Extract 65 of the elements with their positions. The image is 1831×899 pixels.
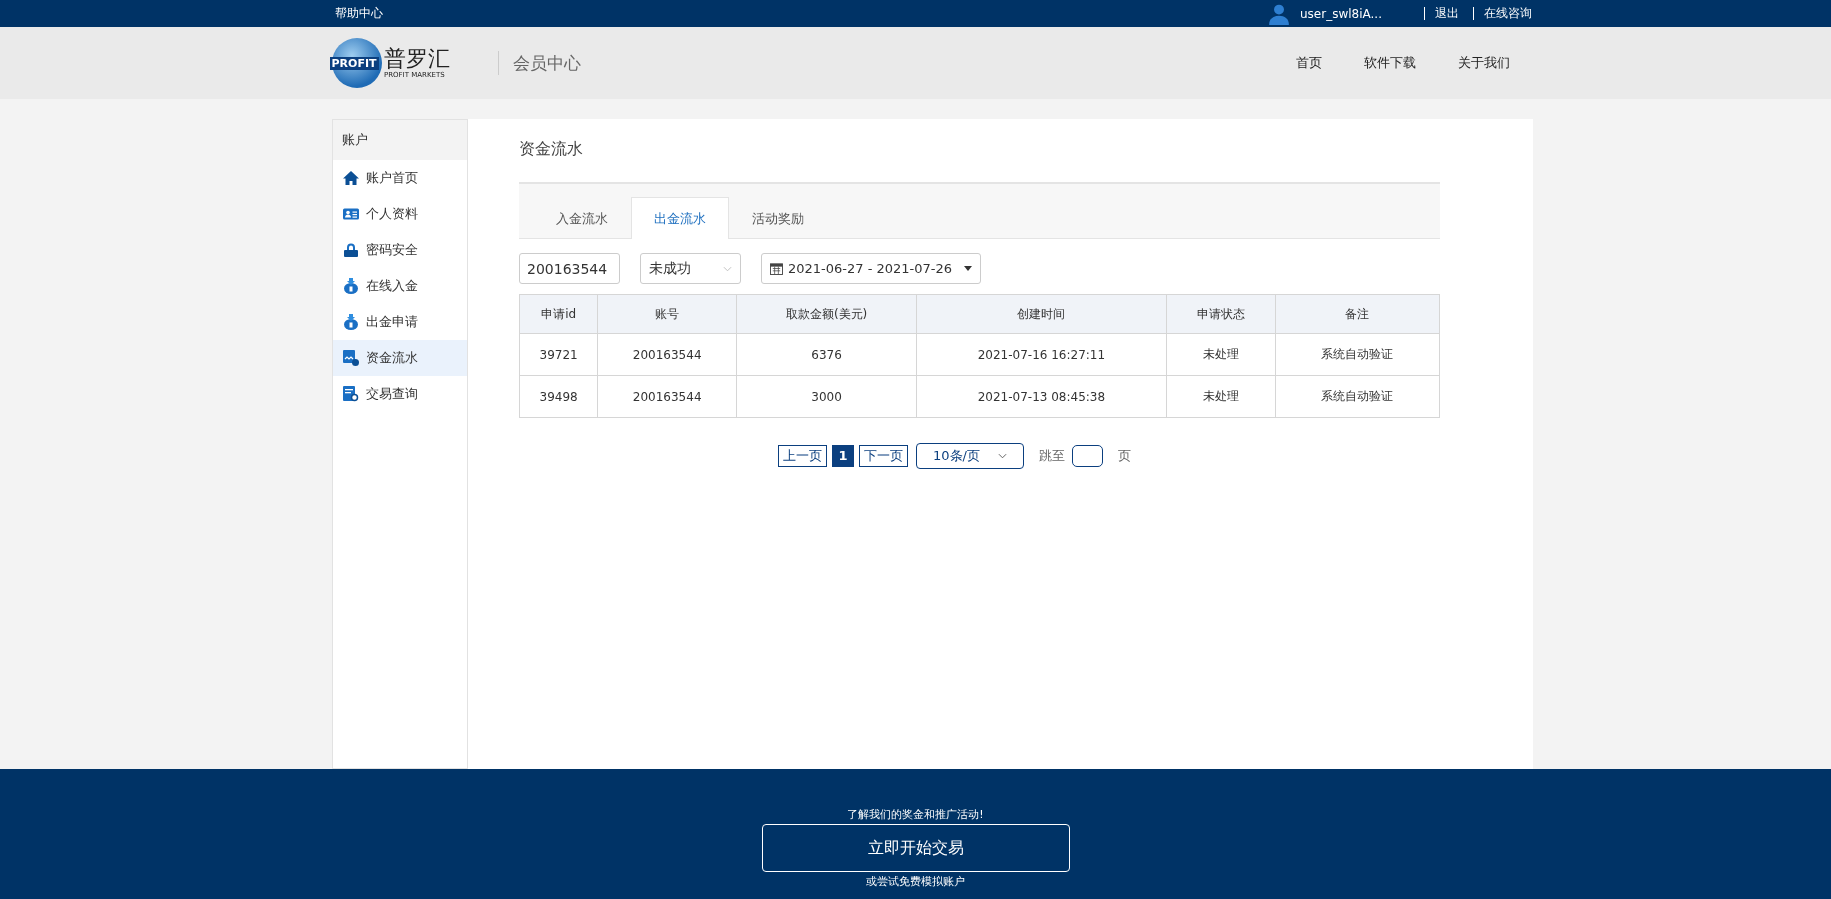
sidebar-item[interactable]: 资金流水 (333, 340, 467, 376)
table-cell: 系统自动验证 (1275, 333, 1440, 376)
column-header: 取款金额(美元) (736, 294, 917, 334)
table-cell: 3000 (736, 375, 917, 418)
caret-down-icon (964, 266, 972, 271)
page-number[interactable]: 1 (832, 445, 854, 467)
start-trading-button[interactable]: 立即开始交易 (761, 824, 1070, 872)
money-bag-icon (343, 278, 359, 294)
table-cell: 6376 (736, 333, 917, 376)
sidebar-item[interactable]: 出金申请 (333, 304, 467, 340)
column-header: 申请id (519, 294, 598, 334)
column-header: 申请状态 (1166, 294, 1276, 334)
chevron-down-icon (997, 453, 1007, 459)
previous-page-button[interactable]: 上一页 (778, 445, 827, 467)
promo-text: 了解我们的奖金和推广活动! (847, 807, 984, 822)
sidebar-item[interactable]: 密码安全 (333, 232, 467, 268)
date-range-picker[interactable]: 2021-06-27 - 2021-07-26 (761, 253, 981, 284)
tab[interactable]: 活动奖励 (729, 197, 827, 239)
sidebar-item[interactable]: 在线入金 (333, 268, 467, 304)
sidebar-heading: 账户 (333, 120, 467, 160)
nav-link[interactable]: 软件下载 (1364, 54, 1416, 72)
section-title: 会员中心 (513, 51, 581, 75)
id-card-icon (343, 206, 359, 222)
calendar-icon (770, 262, 783, 275)
page-title: 资金流水 (519, 139, 584, 160)
table-cell: 未处理 (1166, 375, 1276, 418)
jump-label: 跳至 (1039, 447, 1065, 465)
table-cell: 2021-07-16 16:27:11 (916, 333, 1167, 376)
next-page-button[interactable]: 下一页 (859, 445, 908, 467)
logo-badge: PROFIT (329, 56, 379, 70)
user-icon (1268, 2, 1290, 25)
top-link[interactable]: 在线咨询 (1484, 5, 1532, 22)
column-header: 创建时间 (916, 294, 1167, 334)
column-header: 账号 (597, 294, 737, 334)
top-link[interactable]: 退出 (1435, 5, 1459, 22)
tab[interactable]: 入金流水 (533, 197, 631, 239)
page-suffix: 页 (1118, 447, 1131, 465)
home-icon (343, 170, 359, 186)
table-cell: 2021-07-13 08:45:38 (916, 375, 1167, 418)
table-cell: 200163544 (597, 333, 737, 376)
username: user_swl8iA... (1300, 6, 1382, 21)
status-dropdown[interactable]: 未成功 (640, 253, 741, 284)
table-cell: 未处理 (1166, 333, 1276, 376)
column-header: 备注 (1275, 294, 1440, 334)
money-bag-icon (343, 314, 359, 330)
page-size-dropdown[interactable]: 10条/页 (916, 443, 1024, 469)
table-cell: 39498 (519, 375, 598, 418)
demo-account-link[interactable]: 或尝试免费模拟账户 (866, 874, 965, 889)
search-document-icon (343, 386, 359, 402)
table-cell: 系统自动验证 (1275, 375, 1440, 418)
nav-link[interactable]: 首页 (1296, 54, 1322, 72)
page-jump-field[interactable] (1072, 445, 1103, 467)
help-center-link[interactable]: 帮助中心 (335, 5, 383, 22)
sidebar-item[interactable]: 交易查询 (333, 376, 467, 412)
ledger-icon (343, 350, 359, 366)
table-cell: 39721 (519, 333, 598, 376)
nav-link[interactable]: 关于我们 (1458, 54, 1510, 72)
sidebar-item[interactable]: 个人资料 (333, 196, 467, 232)
chevron-down-icon (723, 265, 732, 272)
sidebar-item[interactable]: 账户首页 (333, 160, 467, 196)
padlock-icon (343, 242, 359, 258)
table-cell: 200163544 (597, 375, 737, 418)
account-field[interactable]: 200163544 (519, 253, 620, 284)
logo-name: 普罗汇 (384, 47, 450, 71)
tab[interactable]: 出金流水 (631, 197, 729, 239)
